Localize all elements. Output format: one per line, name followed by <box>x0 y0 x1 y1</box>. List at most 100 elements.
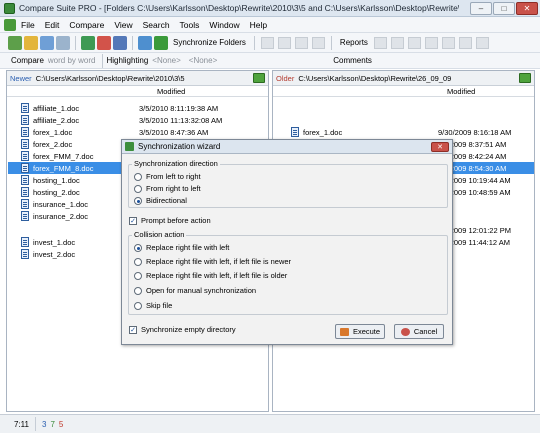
radio-replace-if-older[interactable]: Replace right file with left, if left fi… <box>134 271 287 280</box>
execute-icon <box>339 327 349 336</box>
synchronize-folders-button[interactable]: Synchronize Folders <box>173 38 246 47</box>
status-time: 7:11 <box>14 419 29 429</box>
radio-left-to-right[interactable]: From left to right <box>134 172 201 181</box>
toolbar-separator <box>253 35 255 50</box>
tool-icon-e[interactable] <box>458 36 472 49</box>
tool-icon-a[interactable] <box>390 36 404 49</box>
status-count-green: 7 <box>50 419 55 429</box>
refresh-icon[interactable] <box>81 35 95 50</box>
status-count-red: 5 <box>58 419 64 429</box>
nav-prev-icon[interactable] <box>277 36 291 49</box>
dialog-title-bar: Synchronization wizard ✕ <box>122 140 452 154</box>
nav-next-icon[interactable] <box>294 36 308 49</box>
doc-file-icon <box>21 249 29 259</box>
highlight-select-1[interactable]: <None> <box>152 56 180 65</box>
menu-file[interactable]: File <box>21 20 35 30</box>
tool-icon-b[interactable] <box>407 36 421 49</box>
radio-icon <box>134 271 142 280</box>
doc-file-icon <box>21 151 29 161</box>
app-icon <box>4 2 15 14</box>
radio-bidirectional[interactable]: Bidirectional <box>134 196 187 205</box>
doc-file-icon <box>21 211 29 221</box>
folder-icon[interactable] <box>519 73 531 83</box>
menu-view[interactable]: View <box>114 20 132 30</box>
radio-icon <box>134 184 142 193</box>
toolbar-separator <box>132 35 133 50</box>
app-menu-icon[interactable] <box>4 18 16 31</box>
doc-file-icon <box>21 175 29 185</box>
sync-icon <box>125 142 134 151</box>
tool-icon-c[interactable] <box>424 36 438 49</box>
title-bar: Compare Suite PRO - [Folders C:\Users\Ka… <box>0 0 540 17</box>
right-path-bar: Older C:\Users\Karlsson\Desktop\Rewrite\… <box>273 71 534 86</box>
paragraph-icon[interactable] <box>373 36 387 49</box>
close-button[interactable]: ✕ <box>516 2 538 15</box>
radio-manual-sync[interactable]: Open for manual synchronization <box>134 286 256 295</box>
execute-button[interactable]: Execute <box>335 324 385 339</box>
collision-label: Collision action <box>132 230 187 239</box>
radio-replace-if-newer[interactable]: Replace right file with left, if left fi… <box>134 257 291 266</box>
toolbar-separator <box>75 35 76 50</box>
left-path[interactable]: C:\Users\Karlsson\Desktop\Rewrite\2010\3… <box>36 74 185 83</box>
maximize-button[interactable]: □ <box>493 2 515 15</box>
right-path[interactable]: C:\Users\Karlsson\Desktop\Rewrite\26_09_… <box>298 74 451 83</box>
menu-window[interactable]: Window <box>209 20 239 30</box>
highlighting-label: Highlighting <box>106 56 149 65</box>
doc-file-icon <box>21 127 29 137</box>
menu-help[interactable]: Help <box>250 20 267 30</box>
doc-file-icon <box>21 199 29 209</box>
filter-icon[interactable] <box>97 35 111 50</box>
swap-icon[interactable] <box>113 35 127 50</box>
nav-last-icon[interactable] <box>311 36 325 49</box>
sync-empty-dir-checkbox[interactable]: ✓ Synchronize empty directory <box>129 325 236 334</box>
newer-tag: Newer <box>10 73 32 83</box>
sync-wizard-dialog: Synchronization wizard ✕ Synchronization… <box>121 139 453 345</box>
menu-search[interactable]: Search <box>143 20 170 30</box>
checkmark-icon: ✓ <box>129 216 137 225</box>
left-path-bar: Newer C:\Users\Karlsson\Desktop\Rewrite\… <box>7 71 268 86</box>
doc-file-icon <box>21 163 29 173</box>
list-item[interactable]: forex_1.doc 9/30/2009 8:16:18 AM <box>291 126 533 138</box>
nav-first-icon[interactable] <box>260 36 274 49</box>
radio-skip-file[interactable]: Skip file <box>134 301 172 310</box>
cancel-button[interactable]: Cancel <box>394 324 444 339</box>
folder-icon[interactable] <box>253 73 265 83</box>
compare-icon[interactable] <box>138 35 152 50</box>
menu-compare[interactable]: Compare <box>69 20 104 30</box>
comments-button[interactable]: Comments <box>333 56 372 65</box>
radio-icon <box>134 286 142 295</box>
window-title: Compare Suite PRO - [Folders C:\Users\Ka… <box>19 3 459 13</box>
radio-icon <box>134 301 142 310</box>
toolbar-separator <box>102 53 104 68</box>
compare-mode-select[interactable]: word by word <box>48 56 96 65</box>
dialog-title: Synchronization wizard <box>138 142 221 151</box>
radio-right-to-left[interactable]: From right to left <box>134 184 201 193</box>
checkmark-icon: ✓ <box>129 325 137 334</box>
doc-file-icon <box>21 237 29 247</box>
doc-file-icon <box>21 139 29 149</box>
highlight-select-2[interactable]: <None> <box>189 56 217 65</box>
prompt-before-action-checkbox[interactable]: ✓ Prompt before action <box>129 216 211 225</box>
tool-icon-f[interactable] <box>475 36 489 49</box>
list-item[interactable]: affiliate_1.doc 3/5/2010 8:11:19:38 AM <box>21 102 267 114</box>
menu-tools[interactable]: Tools <box>180 20 200 30</box>
menu-edit[interactable]: Edit <box>45 20 60 30</box>
dialog-close-button[interactable]: ✕ <box>431 142 449 152</box>
reports-button[interactable]: Reports <box>340 38 368 47</box>
new-compare-icon[interactable] <box>8 35 22 50</box>
save-icon[interactable] <box>40 35 54 50</box>
radio-icon <box>134 243 142 252</box>
open-folder-icon[interactable] <box>24 35 38 50</box>
list-item[interactable]: affiliate_2.doc 3/5/2010 11:13:32:08 AM <box>21 114 267 126</box>
modified-header[interactable]: Modified <box>447 87 475 96</box>
minimize-button[interactable]: – <box>470 2 492 15</box>
radio-replace-right[interactable]: Replace right file with left <box>134 243 229 252</box>
sync-icon[interactable] <box>154 35 168 50</box>
radio-icon <box>134 257 142 266</box>
radio-icon <box>134 172 142 181</box>
modified-header[interactable]: Modified <box>157 87 185 96</box>
list-item[interactable]: forex_1.doc 3/5/2010 8:47:36 AM <box>21 126 267 138</box>
print-icon[interactable] <box>56 35 70 50</box>
tool-icon-d[interactable] <box>441 36 455 49</box>
compare-label: Compare <box>11 56 44 65</box>
